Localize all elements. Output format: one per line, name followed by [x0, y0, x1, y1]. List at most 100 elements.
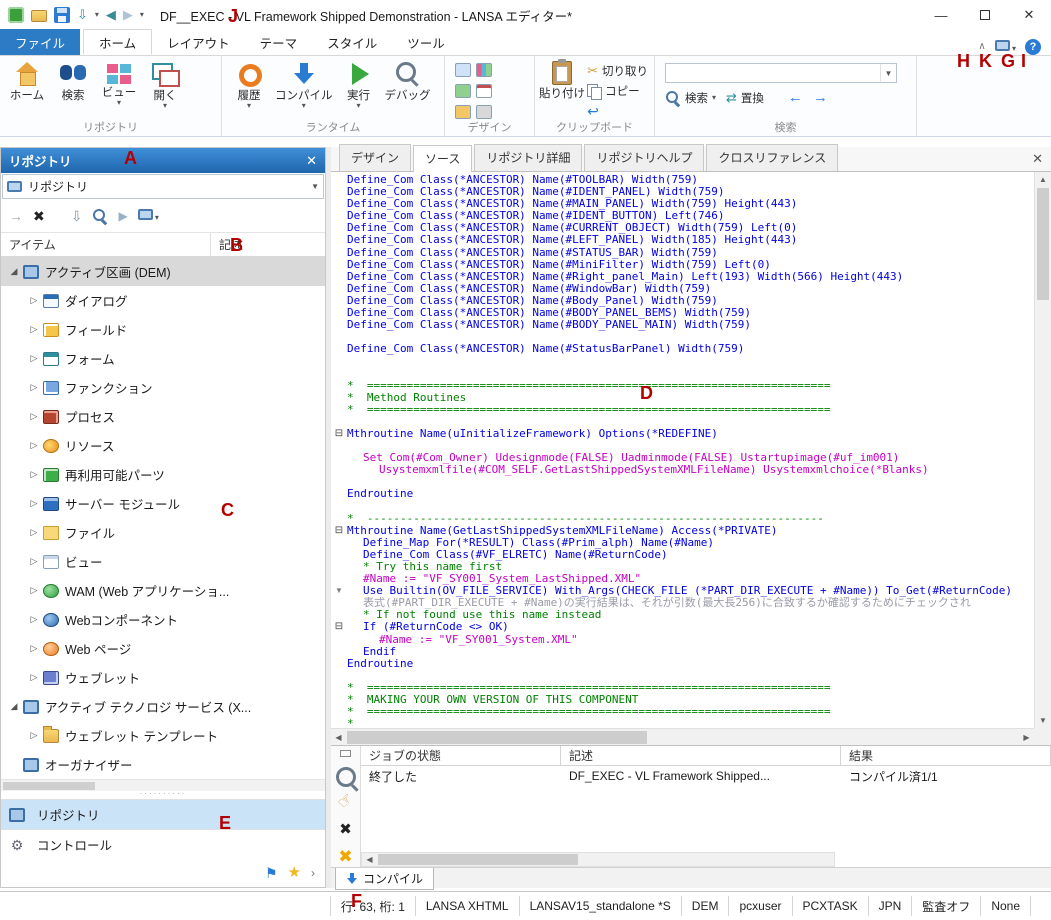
tree-item[interactable]: ▷ リソース [1, 431, 325, 460]
code-line[interactable]: * --------------------------------------… [331, 513, 1034, 525]
code-line[interactable]: Endif [331, 646, 1034, 658]
code-line[interactable]: 表式(#PART_DIR_EXECUTE + #Name)の実行結果は、それが引… [331, 597, 1034, 609]
tab-order-icon[interactable] [476, 84, 492, 98]
column-description[interactable]: 記述 [211, 236, 243, 253]
check-out-icon[interactable]: ⇩ [71, 208, 83, 225]
tree-item[interactable]: ▷ サーバー モジュール [1, 489, 325, 518]
tree-item[interactable]: ▷ ウェブレット テンプレート [1, 721, 325, 750]
expand-arrow-icon[interactable]: ▷ [25, 411, 43, 422]
code-line[interactable]: Endroutine [331, 658, 1034, 670]
collapse-ribbon-icon[interactable]: ∧ [978, 39, 985, 55]
scrollbar-thumb[interactable] [1037, 188, 1049, 300]
ribbon-tab-home[interactable]: ホーム [83, 29, 153, 55]
compile-button[interactable]: コンパイル ▾ [272, 59, 336, 110]
code-line[interactable]: Define_Com Class(*ANCESTOR) Name(#IDENT_… [331, 210, 1034, 222]
expand-arrow-icon[interactable]: ▷ [25, 382, 43, 393]
delete-icon[interactable]: ✖ [33, 208, 45, 225]
scroll-left-icon[interactable]: ◀ [331, 729, 346, 746]
code-line[interactable]: Set Com(#Com_Owner) Udesignmode(FALSE) U… [331, 452, 1034, 464]
scrollbar-thumb[interactable] [347, 731, 647, 744]
editor-tab-cross-reference[interactable]: クロスリファレンス [706, 144, 839, 171]
job-column-header[interactable]: ジョブの状態 [361, 746, 561, 766]
expand-arrow-icon[interactable]: ▷ [25, 614, 43, 625]
expand-arrow-icon[interactable]: ▷ [25, 353, 43, 364]
edit-pencil-icon[interactable] [455, 105, 471, 119]
code-line[interactable] [331, 476, 1034, 488]
job-horizontal-scrollbar[interactable]: ◀ [361, 852, 835, 867]
code-line[interactable] [331, 440, 1034, 452]
code-line[interactable]: Define_Com Class(*ANCESTOR) Name(#MAIN_P… [331, 198, 1034, 210]
code-line[interactable]: Define_Com Class(*ANCESTOR) Name(#TOOLBA… [331, 174, 1034, 186]
code-line[interactable]: Define_Com Class(*ANCESTOR) Name(#MiniFi… [331, 259, 1034, 271]
job-row[interactable]: 終了した DF_EXEC - VL Framework Shipped... コンパ… [361, 766, 1051, 786]
chevron-right-icon[interactable]: › [311, 865, 315, 881]
scroll-right-icon[interactable]: ▶ [1019, 729, 1034, 746]
tree-item[interactable]: ▷ ウェブレット [1, 663, 325, 692]
replace-button[interactable]: ⇄ 置換 [726, 90, 764, 106]
ribbon-tab-theme[interactable]: テーマ [245, 29, 313, 55]
home-button[interactable]: ホーム [4, 59, 50, 102]
code-line[interactable]: * ======================================… [331, 404, 1034, 416]
open-button[interactable]: 開く ▾ [142, 59, 188, 110]
code-line[interactable]: Define_Com Class(*ANCESTOR) Name(#CURREN… [331, 222, 1034, 234]
code-line[interactable]: Usystemxmlfile(#COM_SELF.GetLastShippedS… [331, 464, 1034, 476]
code-line[interactable] [331, 368, 1034, 380]
code-line[interactable] [331, 416, 1034, 428]
splitter-grip[interactable]: ·········· [1, 790, 325, 799]
code-line[interactable]: Define_Com Class(*ANCESTOR) Name(#Body_P… [331, 295, 1034, 307]
job-column-header[interactable]: 記述 [561, 746, 841, 766]
code-line[interactable]: Define_Com Class(#VF_ELRETC) Name(#Retur… [331, 549, 1034, 561]
tree-item[interactable]: ▷ ビュー [1, 547, 325, 576]
tree-item[interactable]: ▷ Web ページ [1, 634, 325, 663]
align-icon[interactable] [455, 84, 471, 98]
expand-arrow-icon[interactable]: ▷ [25, 324, 43, 335]
customize-toolbar-icon[interactable]: ▾ [140, 7, 144, 23]
expand-arrow-icon[interactable]: ▷ [25, 527, 43, 538]
tree-item[interactable]: ◢ アクティブ テクノロジ サービス (X... [1, 692, 325, 721]
job-column-header[interactable]: 結果 [841, 746, 1051, 766]
debug-button[interactable]: デバッグ [382, 59, 434, 102]
tab-compile[interactable]: コンパイル [335, 868, 435, 890]
expand-arrow-icon[interactable]: ▷ [25, 295, 43, 306]
panel-close-icon[interactable]: ✕ [306, 153, 317, 169]
cancel-all-jobs-icon[interactable]: ✖ [338, 847, 352, 867]
tree-item[interactable]: ▷ フォーム [1, 344, 325, 373]
maximize-button[interactable] [963, 0, 1007, 30]
code-line[interactable]: * If not found use this name instead [331, 609, 1034, 621]
open-object-icon[interactable] [31, 10, 47, 22]
undo-button[interactable]: ↩ [587, 103, 648, 119]
expand-arrow-icon[interactable]: ▷ [25, 672, 43, 683]
code-line[interactable]: * MAKING YOUR OWN VERSION OF THIS COMPON… [331, 694, 1034, 706]
ribbon-tab-tools[interactable]: ツール [392, 29, 460, 55]
code-line[interactable]: Define_Com Class(*ANCESTOR) Name(#Status… [331, 343, 1034, 355]
run-button[interactable]: 実行 ▾ [336, 59, 382, 110]
help-icon[interactable]: ? [1025, 39, 1041, 55]
code-line[interactable]: Define_Com Class(*ANCESTOR) Name(#Right_… [331, 271, 1034, 283]
search-icon[interactable] [92, 208, 108, 224]
expand-arrow-icon[interactable]: ▷ [25, 643, 43, 654]
code-line[interactable] [331, 331, 1034, 343]
code-line[interactable]: * Method Routines [331, 392, 1034, 404]
ribbon-tab-style[interactable]: スタイル [312, 29, 392, 55]
qat-dropdown-icon[interactable]: ▾ [95, 7, 99, 23]
history-button[interactable]: 履歴 ▾ [226, 59, 272, 110]
tree-item[interactable]: オーガナイザー [1, 750, 325, 779]
promote-icon[interactable]: → [9, 208, 23, 224]
repository-search-button[interactable]: 検索 [50, 59, 96, 102]
search-combobox[interactable]: ▼ [665, 63, 897, 83]
combobox-dropdown-icon[interactable]: ▼ [311, 182, 319, 191]
code-line[interactable]: * ======================================… [331, 380, 1034, 392]
expand-arrow-icon[interactable]: ▷ [25, 498, 43, 509]
code-line[interactable] [331, 501, 1034, 513]
tree-item[interactable]: ▷ プロセス [1, 402, 325, 431]
partition-icon[interactable]: ▾ [137, 209, 159, 223]
find-previous-icon[interactable]: ← [788, 89, 803, 106]
minimize-button[interactable]: — [919, 0, 963, 30]
editor-tab-repo-details[interactable]: リポジトリ詳細 [474, 144, 583, 171]
organizer-flag-icon[interactable]: ⚑ [265, 865, 278, 881]
tree-item[interactable]: ◢ アクティブ区画 (DEM) [1, 257, 325, 286]
code-line[interactable]: #Name := "VF_SY001_System_LastShipped.XM… [331, 573, 1034, 585]
code-line[interactable]: Define_Com Class(*ANCESTOR) Name(#STATUS… [331, 247, 1034, 259]
forward-icon[interactable]: ▶ [123, 7, 133, 23]
tree-item[interactable]: ▷ ダイアログ [1, 286, 325, 315]
